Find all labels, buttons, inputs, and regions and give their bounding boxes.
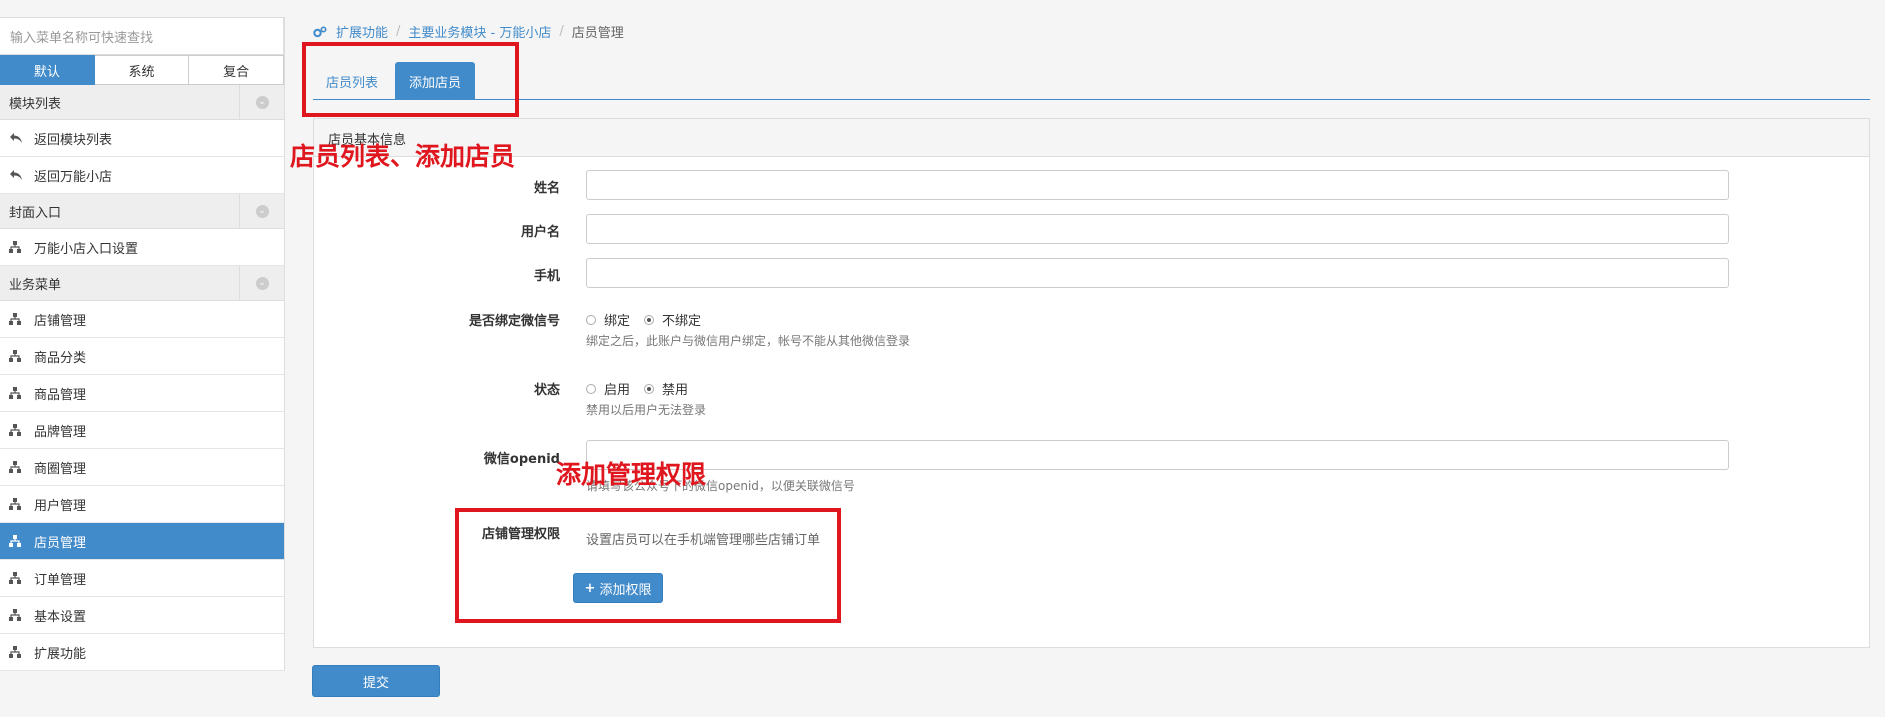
- annotation-tabs-note: 店员列表、添加店员: [290, 142, 516, 171]
- status-label: 状态: [533, 383, 560, 398]
- breadcrumb-current: 店员管理: [571, 26, 624, 41]
- breadcrumb: 扩展功能 / 主要业务模块 - 万能小店 / 店员管理: [313, 22, 624, 41]
- breadcrumb-separator: /: [559, 24, 564, 39]
- sitemap-icon: [9, 497, 25, 511]
- bind-help-text: 绑定之后，此账户与微信用户绑定，帐号不能从其他微信登录: [586, 334, 911, 348]
- menu-item-label: 店铺管理: [34, 313, 87, 329]
- sitemap-icon: [9, 349, 25, 363]
- menu-search-input[interactable]: 输入菜单名称可快速查找: [0, 17, 284, 55]
- mode-tabs: 默认 系统 复合: [0, 55, 285, 85]
- menu-item-basic-settings[interactable]: 基本设置: [0, 597, 284, 634]
- menu-item-label: 返回万能小店: [34, 169, 113, 185]
- sitemap-icon: [9, 645, 25, 659]
- breadcrumb-link-module[interactable]: 主要业务模块 - 万能小店: [408, 22, 551, 41]
- sitemap-icon: [9, 386, 25, 400]
- group-title: 封面入口: [9, 205, 62, 221]
- menu-item-back-modules[interactable]: 返回模块列表: [0, 120, 284, 157]
- menu-item-extensions[interactable]: 扩展功能: [0, 634, 284, 671]
- openid-label: 微信openid: [483, 452, 560, 467]
- annotation-perm-note: 添加管理权限: [556, 460, 707, 489]
- panel-title: 店员基本信息: [314, 119, 1869, 157]
- menu-item-label: 商圈管理: [34, 461, 87, 477]
- menu-item-brand[interactable]: 品牌管理: [0, 412, 284, 449]
- menu-item-orders[interactable]: 订单管理: [0, 560, 284, 597]
- disable-radio-label: 禁用: [662, 383, 689, 398]
- group-toggle[interactable]: ⌄: [239, 265, 284, 301]
- bind-radio[interactable]: [586, 314, 596, 325]
- group-title: 业务菜单: [9, 277, 62, 293]
- annotation-box-tabs: [302, 42, 519, 117]
- mode-tab-default[interactable]: 默认: [0, 55, 95, 85]
- group-toggle[interactable]: ⌄: [239, 193, 284, 229]
- breadcrumb-separator: /: [396, 24, 401, 39]
- reply-icon: [9, 168, 25, 182]
- tab-bar: 店员列表 添加店员: [313, 62, 1870, 100]
- sitemap-icon: [9, 460, 25, 474]
- mode-tab-composite[interactable]: 复合: [189, 55, 285, 85]
- chevron-down-icon: ⌄: [255, 95, 269, 109]
- group-business-menu[interactable]: 业务菜单 ⌄: [0, 265, 284, 301]
- group-module-list[interactable]: 模块列表 ⌄: [0, 84, 284, 120]
- annotation-box-permissions: [455, 508, 841, 623]
- sitemap-icon: [9, 240, 25, 254]
- menu-item-goods[interactable]: 商品管理: [0, 375, 284, 412]
- unbind-radio[interactable]: [644, 314, 655, 325]
- menu-item-label: 基本设置: [34, 609, 87, 625]
- reply-icon: [9, 131, 25, 145]
- chevron-down-icon: ⌄: [255, 276, 269, 290]
- submit-button[interactable]: 提交: [312, 665, 440, 697]
- group-title: 模块列表: [9, 96, 62, 112]
- menu-item-label: 店员管理: [34, 535, 87, 551]
- menu-item-label: 返回模块列表: [34, 132, 113, 148]
- breadcrumb-link-extensions[interactable]: 扩展功能: [336, 22, 388, 41]
- bind-wechat-label: 是否绑定微信号: [468, 314, 560, 329]
- bind-wechat-radios: 绑定 不绑定: [586, 310, 715, 329]
- username-label: 用户名: [520, 225, 560, 240]
- menu-item-label: 订单管理: [34, 572, 87, 588]
- group-cover-entry[interactable]: 封面入口 ⌄: [0, 193, 284, 229]
- name-label: 姓名: [533, 181, 560, 196]
- menu-item-district[interactable]: 商圈管理: [0, 449, 284, 486]
- username-input[interactable]: [586, 214, 1729, 244]
- menu-item-category[interactable]: 商品分类: [0, 338, 284, 375]
- menu-item-label: 用户管理: [34, 498, 87, 514]
- sitemap-icon: [9, 608, 25, 622]
- sitemap-icon: [9, 534, 25, 548]
- phone-input[interactable]: [586, 258, 1729, 288]
- phone-label: 手机: [533, 269, 560, 284]
- gears-icon: [313, 25, 327, 38]
- sidebar: 输入菜单名称可快速查找 默认 系统 复合 模块列表 ⌄ 返回模块列表 返回万能小…: [0, 17, 285, 671]
- disable-radio[interactable]: [644, 383, 655, 394]
- status-radios: 启用 禁用: [586, 379, 702, 398]
- mode-tab-system[interactable]: 系统: [94, 55, 190, 85]
- sitemap-icon: [9, 312, 25, 326]
- bind-radio-label: 绑定: [604, 314, 631, 329]
- menu-item-label: 商品管理: [34, 387, 87, 403]
- chevron-down-icon: ⌄: [255, 204, 269, 218]
- enable-radio-label: 启用: [604, 383, 631, 398]
- menu-item-entry-settings[interactable]: 万能小店入口设置: [0, 229, 284, 266]
- status-help-text: 禁用以后用户无法登录: [586, 403, 707, 417]
- menu-item-clerks[interactable]: 店员管理: [0, 523, 284, 560]
- menu-item-back-shop[interactable]: 返回万能小店: [0, 157, 284, 194]
- menu-item-label: 扩展功能: [34, 646, 87, 662]
- sitemap-icon: [9, 571, 25, 585]
- menu-item-label: 商品分类: [34, 350, 87, 366]
- openid-input[interactable]: [586, 440, 1729, 470]
- name-input[interactable]: [586, 170, 1729, 200]
- group-toggle[interactable]: ⌄: [239, 84, 284, 120]
- enable-radio[interactable]: [586, 383, 596, 394]
- sitemap-icon: [9, 423, 25, 437]
- menu-item-label: 万能小店入口设置: [34, 241, 139, 257]
- unbind-radio-label: 不绑定: [662, 314, 702, 329]
- menu-item-users[interactable]: 用户管理: [0, 486, 284, 523]
- menu-item-label: 品牌管理: [34, 424, 87, 440]
- menu-item-shop-management[interactable]: 店铺管理: [0, 301, 284, 338]
